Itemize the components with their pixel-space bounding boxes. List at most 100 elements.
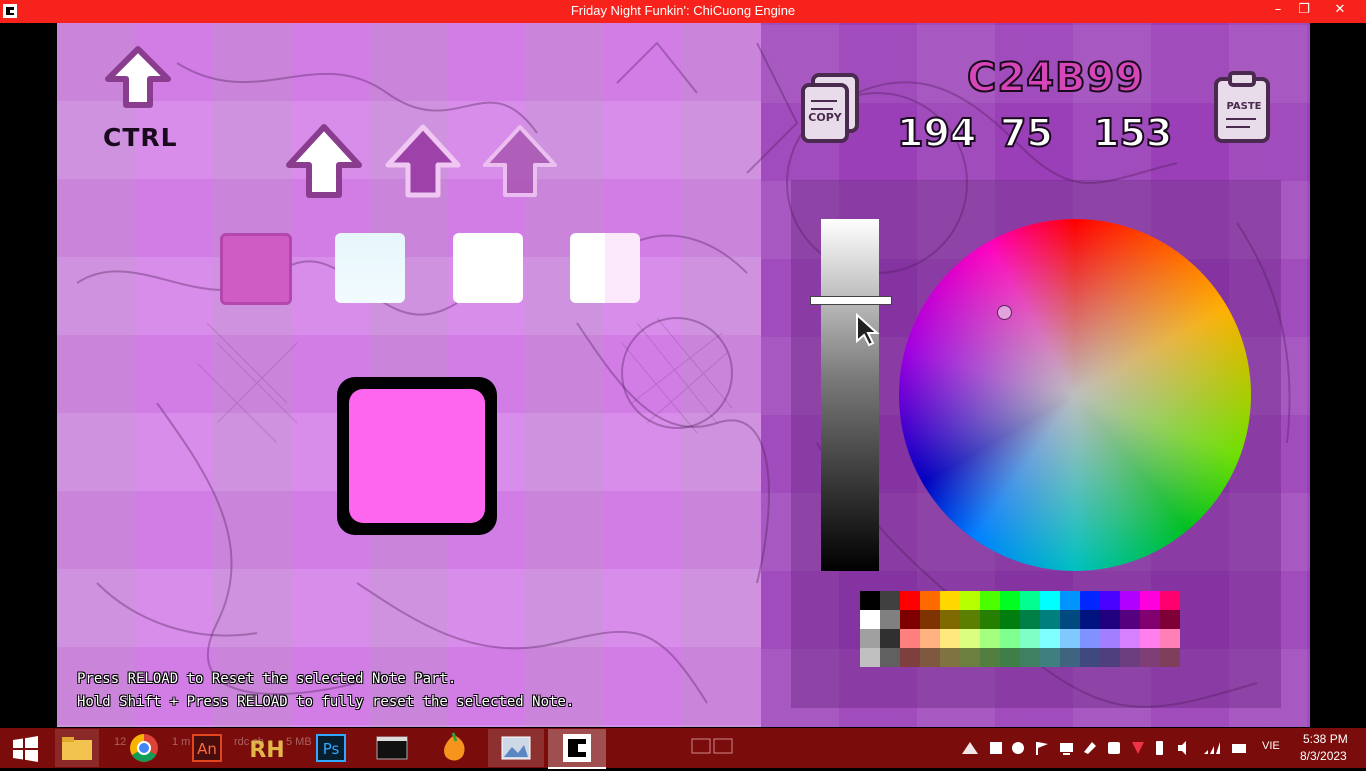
palette-swatch[interactable] (1100, 629, 1120, 648)
note-part-swatch[interactable] (570, 233, 640, 303)
palette-swatch[interactable] (1140, 610, 1160, 629)
palette-swatch[interactable] (1020, 648, 1040, 667)
palette-swatch[interactable] (1160, 629, 1180, 648)
palette-swatch[interactable] (860, 629, 880, 648)
palette-swatch[interactable] (860, 648, 880, 667)
palette-swatch[interactable] (940, 629, 960, 648)
palette-swatch[interactable] (880, 648, 900, 667)
note-part-swatch-selected[interactable] (220, 233, 292, 305)
palette-swatch[interactable] (860, 610, 880, 629)
note-part-swatch[interactable] (453, 233, 523, 303)
palette-swatch[interactable] (920, 648, 940, 667)
palette-swatch[interactable] (960, 629, 980, 648)
command-prompt-button[interactable] (370, 729, 414, 767)
palette-swatch[interactable] (1060, 610, 1080, 629)
note-arrow-icon-selected[interactable] (283, 121, 365, 207)
palette-swatch[interactable] (920, 591, 940, 610)
palette-swatch[interactable] (1000, 629, 1020, 648)
hex-value[interactable]: C24B99 (966, 54, 1144, 102)
palette-swatch[interactable] (1060, 591, 1080, 610)
copy-button[interactable]: COPY (799, 71, 863, 147)
palette-swatch[interactable] (1060, 648, 1080, 667)
minimize-button[interactable]: – (1265, 0, 1291, 22)
palette-swatch[interactable] (900, 610, 920, 629)
palette-swatch[interactable] (920, 610, 940, 629)
blue-value[interactable]: 153 (1092, 110, 1173, 156)
taskbar-view-icons[interactable] (690, 729, 734, 767)
palette-swatch[interactable] (1000, 648, 1020, 667)
palette-swatch[interactable] (1040, 648, 1060, 667)
palette-swatch[interactable] (900, 629, 920, 648)
restore-button[interactable]: ❐ (1291, 0, 1317, 22)
green-value[interactable]: 75 (999, 110, 1054, 156)
chrome-button[interactable] (122, 729, 166, 767)
palette-swatch[interactable] (900, 648, 920, 667)
palette-swatch[interactable] (880, 629, 900, 648)
palette-swatch[interactable] (920, 629, 940, 648)
palette-swatch[interactable] (1120, 610, 1140, 629)
palette-swatch[interactable] (880, 591, 900, 610)
red-value[interactable]: 194 (896, 110, 977, 156)
palette-swatch[interactable] (1160, 591, 1180, 610)
photoshop-button[interactable]: Ps (309, 729, 353, 767)
color-wheel[interactable] (899, 219, 1251, 571)
rh-button[interactable]: RH (247, 729, 291, 767)
animate-button[interactable]: An (185, 729, 229, 767)
palette-swatch[interactable] (980, 629, 1000, 648)
palette-swatch[interactable] (940, 648, 960, 667)
image-viewer-button[interactable] (488, 729, 544, 767)
note-arrow-icon[interactable] (479, 121, 561, 207)
file-explorer-button[interactable] (55, 729, 99, 767)
brightness-slider[interactable] (821, 219, 879, 571)
palette-swatch[interactable] (1040, 610, 1060, 629)
palette-swatch[interactable] (960, 591, 980, 610)
palette-swatch[interactable] (980, 610, 1000, 629)
palette-swatch[interactable] (1060, 629, 1080, 648)
palette-swatch[interactable] (900, 591, 920, 610)
note-part-swatch[interactable] (335, 233, 405, 303)
brightness-slider-handle[interactable] (810, 295, 892, 305)
palette-swatch[interactable] (1040, 591, 1060, 610)
palette-swatch[interactable] (1100, 610, 1120, 629)
palette-swatch[interactable] (1020, 610, 1040, 629)
close-button[interactable]: ✕ (1327, 0, 1353, 22)
language-indicator[interactable]: VIE (1262, 740, 1280, 752)
palette-swatch[interactable] (1140, 629, 1160, 648)
svg-text:RH: RH (249, 738, 284, 763)
keybind-arrow-icon[interactable] (104, 45, 172, 117)
palette-swatch[interactable] (940, 591, 960, 610)
paste-button[interactable]: PASTE (1210, 71, 1274, 147)
palette-swatch[interactable] (980, 648, 1000, 667)
start-button[interactable] (8, 729, 44, 767)
palette-swatch[interactable] (1080, 610, 1100, 629)
palette-swatch[interactable] (1120, 629, 1140, 648)
palette-swatch[interactable] (880, 610, 900, 629)
palette-swatch[interactable] (1100, 591, 1120, 610)
palette-swatch[interactable] (860, 591, 880, 610)
palette-swatch[interactable] (1020, 591, 1040, 610)
note-arrow-icon[interactable] (382, 121, 464, 207)
clock-date[interactable]: 8/3/2023 (1300, 749, 1347, 763)
palette-swatch[interactable] (960, 648, 980, 667)
palette-swatch[interactable] (1080, 591, 1100, 610)
fl-studio-button[interactable] (432, 729, 476, 767)
color-wheel-selector[interactable] (997, 305, 1012, 320)
palette-swatch[interactable] (1020, 629, 1040, 648)
palette-swatch[interactable] (1120, 591, 1140, 610)
palette-swatch[interactable] (1080, 629, 1100, 648)
palette-swatch[interactable] (1140, 591, 1160, 610)
palette-swatch[interactable] (940, 610, 960, 629)
palette-swatch[interactable] (1080, 648, 1100, 667)
palette-swatch[interactable] (1000, 591, 1020, 610)
palette-swatch[interactable] (1160, 648, 1180, 667)
palette-swatch[interactable] (1040, 629, 1060, 648)
palette-swatch[interactable] (1100, 648, 1120, 667)
clock-time[interactable]: 5:38 PM (1303, 732, 1348, 746)
palette-swatch[interactable] (1140, 648, 1160, 667)
game-window-button[interactable] (548, 729, 606, 769)
palette-swatch[interactable] (1160, 610, 1180, 629)
palette-swatch[interactable] (980, 591, 1000, 610)
palette-swatch[interactable] (1000, 610, 1020, 629)
palette-swatch[interactable] (1120, 648, 1140, 667)
palette-swatch[interactable] (960, 610, 980, 629)
